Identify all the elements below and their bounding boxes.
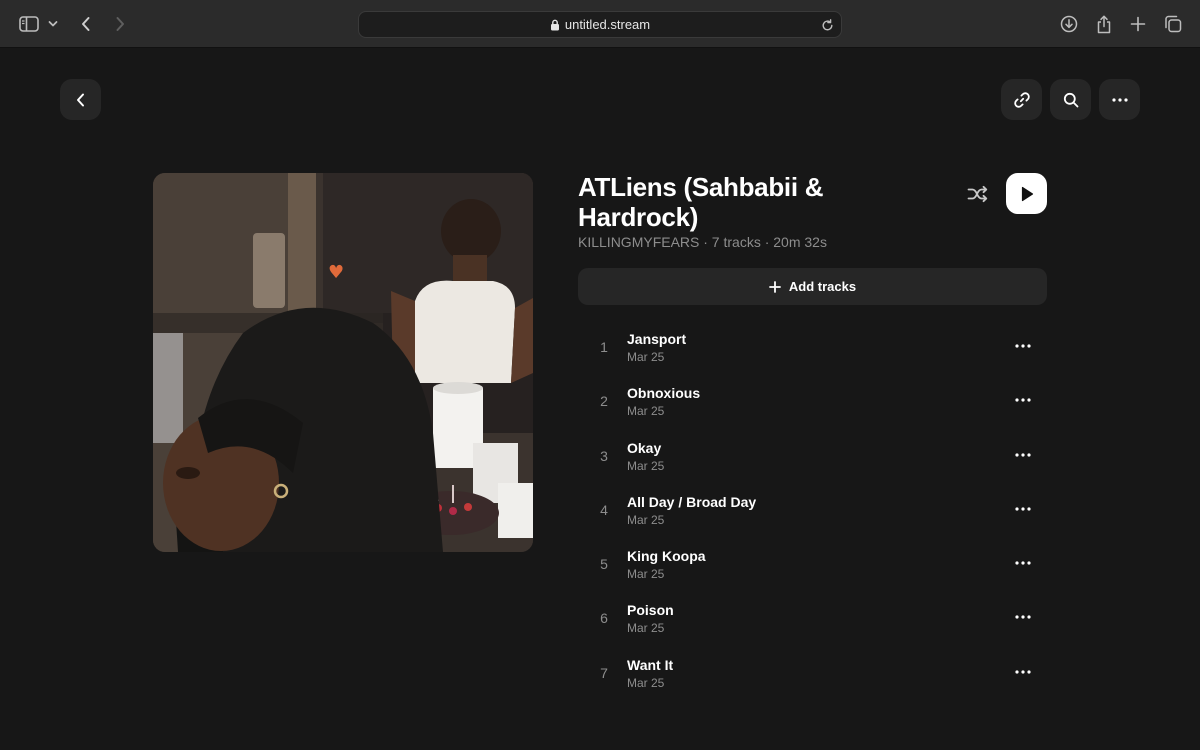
track-row[interactable]: 1 Jansport Mar 25 <box>578 320 1047 374</box>
track-more-button[interactable] <box>1010 607 1036 627</box>
track-title: Obnoxious <box>627 385 701 402</box>
add-tracks-label: Add tracks <box>788 279 857 294</box>
more-icon <box>1015 615 1031 620</box>
track-title: Poison <box>627 602 674 619</box>
track-date: Mar 25 <box>627 404 665 419</box>
track-more-button[interactable] <box>1010 336 1036 356</box>
add-tracks-button[interactable]: Add tracks <box>578 268 1047 305</box>
new-tab-button[interactable] <box>1126 12 1150 36</box>
playlist-cover-image: ♥ <box>153 173 533 552</box>
forward-icon <box>116 17 124 31</box>
play-icon <box>1021 186 1033 201</box>
more-icon <box>1015 670 1031 674</box>
sidebar-toggle-button[interactable] <box>17 12 41 36</box>
track-date: Mar 25 <box>627 675 665 690</box>
track-number: 2 <box>600 393 608 410</box>
more-icon <box>1111 97 1128 102</box>
plus-icon <box>768 280 781 293</box>
track-more-button[interactable] <box>1010 662 1036 682</box>
track-title: All Day / Broad Day <box>627 493 757 510</box>
track-date: Mar 25 <box>627 567 665 582</box>
playlist-meta: KILLINGMYFEARS · 7 tracks · 20m 32s <box>578 234 827 250</box>
track-row[interactable]: 2 Obnoxious Mar 25 <box>578 374 1047 428</box>
track-number: 4 <box>600 501 608 518</box>
track-list: 1 Jansport Mar 25 2 Obnoxious Mar 25 3 O… <box>578 320 1047 700</box>
play-button[interactable] <box>1006 173 1047 214</box>
track-title: King Koopa <box>627 548 706 565</box>
track-row[interactable]: 4 All Day / Broad Day Mar 25 <box>578 483 1047 537</box>
track-number: 3 <box>600 447 608 464</box>
track-date: Mar 25 <box>627 458 665 473</box>
sidebar-icon <box>19 16 39 32</box>
browser-back-button[interactable] <box>74 12 98 36</box>
back-button[interactable] <box>60 79 101 120</box>
downloads-button[interactable] <box>1057 12 1081 36</box>
share-button[interactable] <box>1092 12 1116 36</box>
address-bar[interactable]: untitled.stream <box>358 11 842 38</box>
more-icon <box>1015 452 1031 457</box>
track-number: 6 <box>600 610 608 627</box>
track-row[interactable]: 3 Okay Mar 25 <box>578 429 1047 483</box>
more-options-button[interactable] <box>1099 79 1140 120</box>
copy-link-button[interactable] <box>1001 79 1042 120</box>
track-row[interactable]: 6 Poison Mar 25 <box>578 591 1047 645</box>
shuffle-button[interactable] <box>965 182 991 206</box>
track-more-button[interactable] <box>1010 499 1036 519</box>
track-number: 7 <box>600 664 608 681</box>
new-tab-icon <box>1130 16 1146 32</box>
track-row[interactable]: 5 King Koopa Mar 25 <box>578 537 1047 591</box>
share-icon <box>1097 15 1111 33</box>
playlist-title: ATLiens (Sahbabii & Hardrock) <box>578 172 824 232</box>
link-icon <box>1013 91 1030 108</box>
track-more-button[interactable] <box>1010 390 1036 410</box>
lock-icon <box>550 19 560 31</box>
track-date: Mar 25 <box>627 350 665 364</box>
shuffle-icon <box>967 185 988 203</box>
track-date: Mar 25 <box>627 512 665 527</box>
browser-toolbar: untitled.stream <box>0 0 1200 48</box>
track-date: Mar 25 <box>627 621 665 636</box>
tab-groups-dropdown[interactable] <box>43 12 63 36</box>
track-number: 1 <box>600 339 608 355</box>
track-number: 5 <box>600 556 608 573</box>
address-url: untitled.stream <box>564 17 651 32</box>
track-title: Okay <box>627 439 662 456</box>
download-icon <box>1060 15 1078 33</box>
tabs-overview-button[interactable] <box>1161 12 1185 36</box>
more-icon <box>1015 344 1031 348</box>
back-icon <box>82 17 90 31</box>
track-title: Jansport <box>627 331 687 347</box>
reload-icon[interactable] <box>819 17 835 33</box>
more-icon <box>1015 507 1031 511</box>
more-icon <box>1015 561 1031 565</box>
svg-text:♥: ♥ <box>328 262 344 283</box>
back-icon <box>76 93 84 106</box>
search-icon <box>1063 92 1078 107</box>
tabs-overview-icon <box>1165 15 1182 33</box>
browser-forward-button[interactable] <box>108 12 132 36</box>
chevron-down-icon <box>48 21 58 27</box>
track-more-button[interactable] <box>1010 553 1036 573</box>
more-icon <box>1015 398 1031 402</box>
track-title: Want It <box>627 656 674 673</box>
track-row[interactable]: 7 Want It Mar 25 <box>578 646 1047 700</box>
search-button[interactable] <box>1050 79 1091 120</box>
track-more-button[interactable] <box>1010 445 1036 465</box>
